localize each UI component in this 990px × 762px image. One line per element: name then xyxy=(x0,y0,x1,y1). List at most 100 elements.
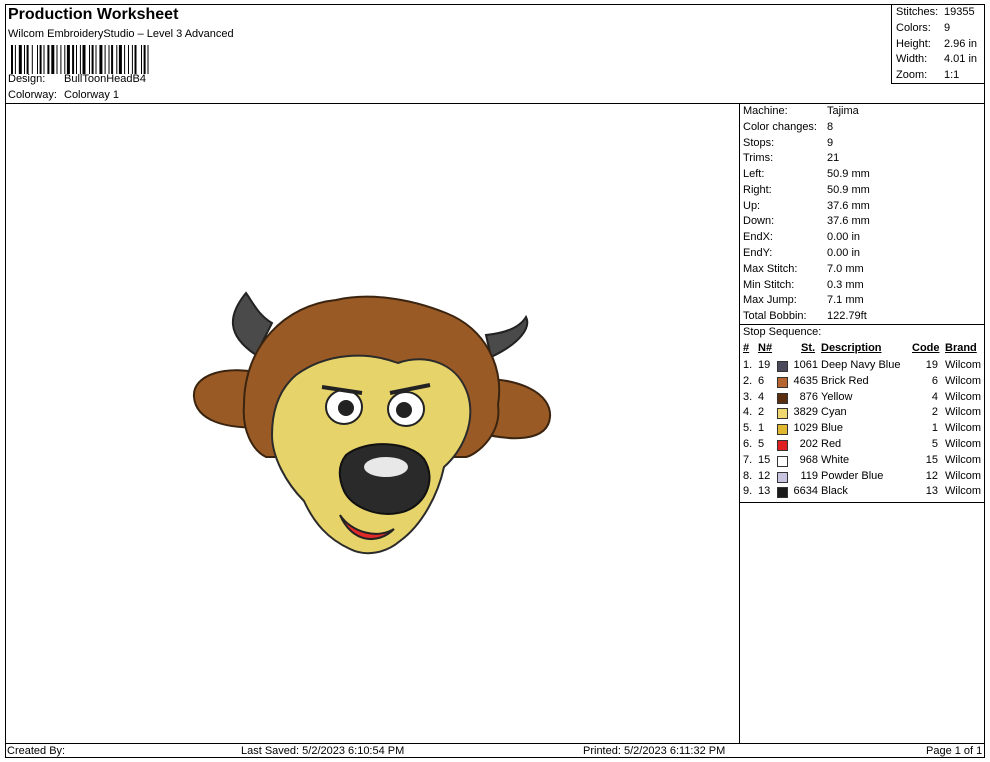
spec-label: Total Bobbin: xyxy=(743,310,807,322)
row-index: 7. xyxy=(743,453,753,466)
right-pupil xyxy=(396,402,412,418)
nostril-highlight xyxy=(364,457,408,477)
left-pupil xyxy=(338,400,354,416)
col-header-num: # xyxy=(743,342,750,354)
barcode-bar xyxy=(99,45,103,74)
created-by: Created By: xyxy=(7,745,66,757)
barcode-bar xyxy=(56,45,58,74)
summary-row: Colors: 9 xyxy=(896,21,950,35)
row-index: 5. xyxy=(743,422,753,435)
spec-value: 8 xyxy=(827,121,834,133)
color-swatch xyxy=(777,392,788,404)
row-index: 1. xyxy=(743,359,753,371)
barcode-bar xyxy=(141,45,142,74)
row-stitches: 1061 xyxy=(793,359,818,371)
barcode-bar xyxy=(128,45,129,74)
barcode-bar xyxy=(72,45,75,74)
row-description: Blue xyxy=(821,422,844,435)
row-stitches: 876 xyxy=(799,390,818,403)
spec-value: 7.0 mm xyxy=(827,263,864,275)
spec-label: Up: xyxy=(743,200,761,212)
row-brand: Wilcom xyxy=(945,422,982,435)
row-needle: 2 xyxy=(758,406,765,419)
barcode xyxy=(11,45,149,74)
barcode-bar xyxy=(104,45,106,74)
printed-date: Printed: 5/2/2023 6:11:32 PM xyxy=(583,745,726,757)
design-canvas xyxy=(6,105,739,743)
summary-value: 4.01 in xyxy=(944,53,978,65)
row-stitches: 4635 xyxy=(793,374,818,387)
right-horn xyxy=(484,314,529,359)
col-header-st: St. xyxy=(801,342,816,354)
spec-value: 50.9 mm xyxy=(827,168,870,180)
worksheet-header: Production Worksheet Wilcom EmbroiderySt… xyxy=(5,4,985,104)
row-needle: 15 xyxy=(758,453,771,466)
barcode-bar xyxy=(26,45,29,74)
barcode-bar xyxy=(64,45,66,74)
spec-row: Right: 50.9 mm xyxy=(743,183,870,198)
row-brand: Wilcom xyxy=(945,453,982,466)
row-needle: 4 xyxy=(758,390,765,403)
page-title: Production Worksheet xyxy=(8,6,179,23)
row-stitches: 6634 xyxy=(793,485,818,498)
summary-value: 9 xyxy=(944,22,951,34)
barcode-bar xyxy=(51,45,55,74)
barcode-bar xyxy=(24,45,25,74)
spec-row: Trims: 21 xyxy=(743,151,839,166)
row-stitches: 3829 xyxy=(793,406,818,419)
barcode-bar xyxy=(89,45,90,74)
page-number: Page 1 of 1 xyxy=(926,745,983,757)
barcode-bar xyxy=(76,45,77,74)
row-brand: Wilcom xyxy=(945,406,982,419)
row-index: 4. xyxy=(743,406,753,419)
barcode-bar xyxy=(66,45,70,74)
spec-label: Min Stitch: xyxy=(743,279,795,291)
row-description: Powder Blue xyxy=(821,469,884,482)
color-swatch xyxy=(777,471,788,483)
barcode-bar xyxy=(131,45,133,74)
row-description: Brick Red xyxy=(821,374,869,387)
spec-row: EndY: 0.00 in xyxy=(743,246,860,261)
color-swatch xyxy=(777,361,788,372)
spec-label: Stops: xyxy=(743,137,775,149)
barcode-bar xyxy=(31,45,33,74)
spec-label: Machine: xyxy=(743,105,788,117)
row-needle: 6 xyxy=(758,374,765,387)
summary-row: Width: 4.01 in xyxy=(896,52,977,66)
row-needle: 1 xyxy=(758,422,765,435)
row-needle: 19 xyxy=(758,359,771,371)
barcode-bar xyxy=(37,45,38,74)
color-swatch xyxy=(777,408,788,420)
spec-row: Color changes: 8 xyxy=(743,120,833,135)
spec-label: Left: xyxy=(743,168,765,180)
spec-label: EndX: xyxy=(743,231,773,243)
spec-row: Min Stitch: 0.3 mm xyxy=(743,278,864,293)
row-index: 3. xyxy=(743,390,753,403)
stop-sequence-title: Stop Sequence: xyxy=(743,326,822,338)
barcode-bar xyxy=(47,45,50,74)
barcode-bar xyxy=(14,45,16,74)
spec-value: 7.1 mm xyxy=(827,294,864,306)
row-description: Cyan xyxy=(821,406,847,419)
bull-mascot-illustration xyxy=(192,291,552,555)
summary-label: Zoom: xyxy=(896,69,928,81)
row-brand: Wilcom xyxy=(945,374,982,387)
spec-value: 122.79ft xyxy=(827,310,867,322)
spec-row: Down: 37.6 mm xyxy=(743,214,870,229)
design-row: Design: BullToonHeadB4 xyxy=(8,73,146,85)
spec-row: Max Stitch: 7.0 mm xyxy=(743,262,864,277)
row-needle: 5 xyxy=(758,438,765,450)
spec-label: Down: xyxy=(743,215,775,227)
spec-value: 21 xyxy=(827,152,840,164)
last-saved: Last Saved: 5/2/2023 6:10:54 PM xyxy=(241,745,405,757)
spec-label: Right: xyxy=(743,184,772,196)
design-value: BullToonHeadB4 xyxy=(64,73,146,85)
row-stitches: 968 xyxy=(799,453,818,466)
summary-value: 2.96 in xyxy=(944,38,978,50)
summary-value: 1:1 xyxy=(944,69,960,81)
summary-label: Stitches: xyxy=(896,6,939,18)
spec-value: 0.00 in xyxy=(827,247,861,259)
summary-label: Width: xyxy=(896,53,928,65)
barcode-bar xyxy=(143,45,146,74)
barcode-bar xyxy=(60,45,62,74)
